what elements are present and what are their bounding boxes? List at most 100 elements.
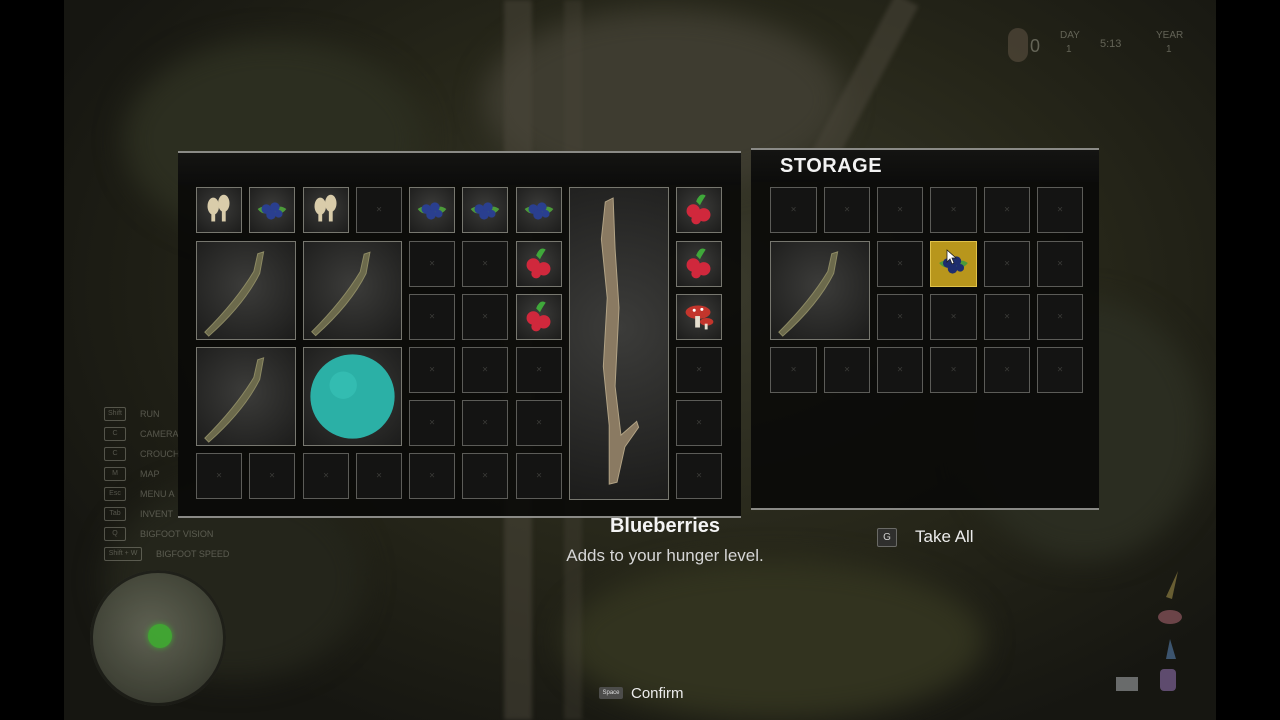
storage-slot[interactable] bbox=[877, 294, 923, 340]
inventory-slot[interactable] bbox=[462, 347, 508, 393]
inventory-slot[interactable] bbox=[462, 400, 508, 446]
day-label: DAY bbox=[1060, 30, 1080, 41]
storage-slot[interactable] bbox=[770, 187, 817, 233]
stick-icon bbox=[311, 251, 371, 337]
storage-slot[interactable] bbox=[824, 347, 870, 393]
inventory-slot[interactable] bbox=[409, 241, 455, 287]
raspberries-icon bbox=[686, 248, 711, 279]
inventory-slot[interactable] bbox=[516, 347, 562, 393]
storage-slot[interactable] bbox=[984, 347, 1030, 393]
storage-slot[interactable] bbox=[770, 347, 817, 393]
blueberries-icon bbox=[417, 202, 447, 220]
storage-slot[interactable] bbox=[984, 187, 1030, 233]
inventory-slot[interactable] bbox=[516, 400, 562, 446]
storage-slot[interactable] bbox=[984, 294, 1030, 340]
storage-slot[interactable] bbox=[1037, 294, 1083, 340]
control-hint: Q BIGFOOT VISION bbox=[104, 524, 229, 544]
blueberries-icon bbox=[257, 202, 287, 220]
inventory-slot[interactable] bbox=[409, 453, 455, 499]
inventory-slot-large[interactable] bbox=[196, 241, 296, 340]
storage-slot[interactable] bbox=[877, 241, 923, 287]
take-all-button[interactable]: G Take All bbox=[877, 526, 974, 548]
right-letterbox bbox=[1216, 0, 1280, 720]
storage-slot[interactable] bbox=[1037, 187, 1083, 233]
left-letterbox bbox=[0, 0, 64, 720]
inventory-slot[interactable] bbox=[676, 400, 722, 446]
storage-title: STORAGE bbox=[780, 155, 883, 177]
storage-slot[interactable] bbox=[930, 347, 977, 393]
stick-icon bbox=[778, 251, 839, 337]
status-meters bbox=[1108, 565, 1198, 705]
large-stick-icon bbox=[600, 197, 640, 485]
inventory-slot[interactable] bbox=[676, 453, 722, 499]
inventory-slot[interactable] bbox=[516, 187, 562, 233]
inventory-slot[interactable] bbox=[356, 453, 402, 499]
storage-slot[interactable] bbox=[930, 187, 977, 233]
year-value: 1 bbox=[1166, 44, 1172, 55]
status-icons bbox=[1116, 571, 1182, 691]
storage-slot[interactable] bbox=[877, 187, 923, 233]
stick-icon bbox=[204, 251, 265, 337]
inventory-slot-tall[interactable] bbox=[569, 187, 669, 500]
inventory-slot[interactable] bbox=[303, 187, 349, 233]
raspberries-icon bbox=[526, 301, 551, 332]
inventory-slot[interactable] bbox=[196, 453, 242, 499]
control-hint: Shift + W BIGFOOT SPEED bbox=[104, 544, 229, 564]
storage-slot[interactable] bbox=[824, 187, 870, 233]
minimap bbox=[90, 570, 226, 706]
inventory-slot[interactable] bbox=[676, 241, 722, 287]
inventory-slot-large[interactable] bbox=[303, 241, 402, 340]
confirm-button[interactable]: Space Confirm bbox=[599, 683, 684, 703]
inventory-slot[interactable] bbox=[462, 453, 508, 499]
storage-slot[interactable] bbox=[984, 241, 1030, 287]
inventory-slot[interactable] bbox=[676, 294, 722, 340]
time-value: 5:13 bbox=[1100, 38, 1122, 50]
slime-ball-icon bbox=[310, 354, 395, 439]
inventory-slot[interactable] bbox=[249, 453, 295, 499]
item-description: Adds to your hunger level. bbox=[566, 546, 764, 565]
confirm-label: Confirm bbox=[631, 684, 684, 702]
inventory-slot[interactable] bbox=[249, 187, 295, 233]
item-name: Blueberries bbox=[609, 515, 721, 537]
bigfoot-badge-icon bbox=[1008, 28, 1028, 62]
inventory-slot[interactable] bbox=[462, 187, 508, 233]
mushroom-icon bbox=[314, 194, 337, 222]
mouse-cursor-icon bbox=[946, 249, 958, 265]
take-all-label: Take All bbox=[915, 527, 974, 546]
blueberries-icon bbox=[470, 202, 500, 220]
inventory-slot[interactable] bbox=[676, 347, 722, 393]
raspberries-icon bbox=[686, 194, 711, 225]
inventory-slot[interactable] bbox=[356, 187, 402, 233]
clock-big: 0 bbox=[1030, 36, 1041, 56]
inventory-slot[interactable] bbox=[676, 187, 722, 233]
inventory-slot[interactable] bbox=[303, 453, 349, 499]
take-all-key: G bbox=[877, 527, 897, 547]
storage-slot[interactable] bbox=[877, 347, 923, 393]
storage-slot[interactable] bbox=[1037, 347, 1083, 393]
inventory-slot[interactable] bbox=[462, 241, 508, 287]
inventory-slot[interactable] bbox=[409, 187, 455, 233]
mushroom-icon bbox=[207, 194, 230, 222]
storage-slot-large[interactable] bbox=[770, 241, 870, 340]
inventory-slot[interactable] bbox=[409, 347, 455, 393]
inventory-slot[interactable] bbox=[462, 294, 508, 340]
raspberries-icon bbox=[526, 248, 551, 279]
storage-slot[interactable] bbox=[930, 294, 977, 340]
inventory-slot[interactable] bbox=[516, 294, 562, 340]
player-marker-icon bbox=[148, 624, 172, 648]
inventory-slot[interactable] bbox=[516, 241, 562, 287]
inventory-slot[interactable] bbox=[409, 294, 455, 340]
toadstool-icon bbox=[685, 305, 714, 330]
storage-slot[interactable] bbox=[1037, 241, 1083, 287]
inventory-slot[interactable] bbox=[409, 400, 455, 446]
inventory-slot[interactable] bbox=[516, 453, 562, 499]
inventory-slot[interactable] bbox=[196, 187, 242, 233]
inventory-slot-large[interactable] bbox=[303, 347, 402, 446]
inventory-slot-large[interactable] bbox=[196, 347, 296, 446]
year-label: YEAR bbox=[1156, 30, 1184, 41]
confirm-key: Space bbox=[599, 687, 623, 699]
day-value: 1 bbox=[1066, 44, 1072, 55]
storage-footline bbox=[751, 508, 1099, 510]
time-display: 0 DAY 1 5:13 YEAR 1 bbox=[1000, 28, 1200, 64]
inventory-header bbox=[178, 151, 741, 185]
